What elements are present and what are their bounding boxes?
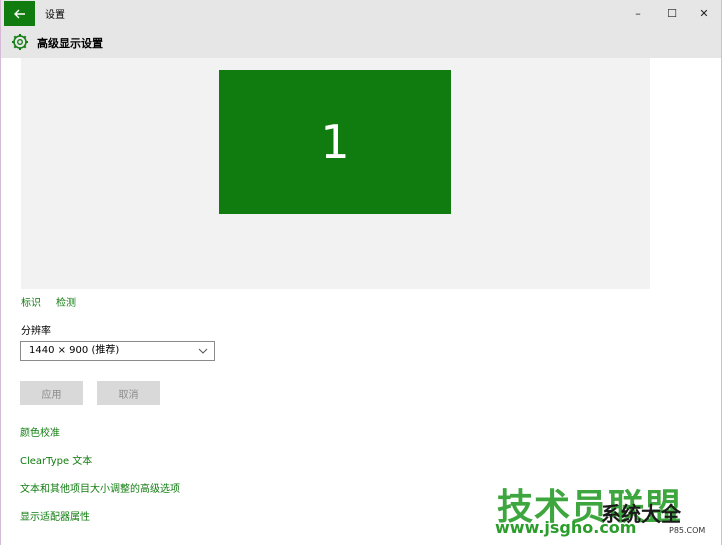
color-calibration-link[interactable]: 颜色校准	[20, 424, 60, 439]
cancel-button[interactable]: 取消	[97, 381, 160, 405]
detect-link[interactable]: 检测	[56, 294, 76, 309]
cleartype-link[interactable]: ClearType 文本	[20, 452, 92, 467]
resolution-label: 分辨率	[21, 326, 51, 337]
back-button[interactable]	[4, 1, 35, 26]
minimize-icon: –	[635, 6, 641, 20]
cancel-label: 取消	[118, 389, 139, 401]
display-preview: 1	[21, 58, 650, 289]
identify-link[interactable]: 标识	[21, 294, 41, 309]
back-arrow-icon	[13, 9, 25, 18]
title-bar: 设置 – ☐ ✕	[1, 0, 721, 26]
minimize-button[interactable]: –	[621, 0, 655, 26]
maximize-button[interactable]: ☐	[655, 0, 689, 26]
close-button[interactable]: ✕	[687, 0, 721, 26]
resolution-value: 1440 × 900 (推荐)	[29, 345, 120, 356]
monitor-1[interactable]: 1	[219, 70, 451, 214]
close-icon: ✕	[699, 6, 709, 20]
maximize-icon: ☐	[667, 6, 677, 20]
advanced-sizing-link[interactable]: 文本和其他项目大小调整的高级选项	[20, 480, 180, 495]
monitor-number: 1	[320, 115, 350, 169]
adapter-properties-link[interactable]: 显示适配器属性	[20, 508, 90, 523]
page-header: 高级显示设置	[1, 26, 721, 58]
watermark-sub: P85.COM	[669, 526, 706, 535]
window-title: 设置	[45, 10, 65, 21]
apply-button[interactable]: 应用	[20, 381, 83, 405]
chevron-down-icon	[198, 348, 208, 354]
watermark-url: www.jsgho.com	[495, 518, 637, 537]
page-title: 高级显示设置	[37, 37, 103, 50]
gear-icon	[12, 34, 28, 50]
apply-label: 应用	[41, 389, 62, 401]
resolution-dropdown[interactable]: 1440 × 900 (推荐)	[20, 341, 215, 361]
